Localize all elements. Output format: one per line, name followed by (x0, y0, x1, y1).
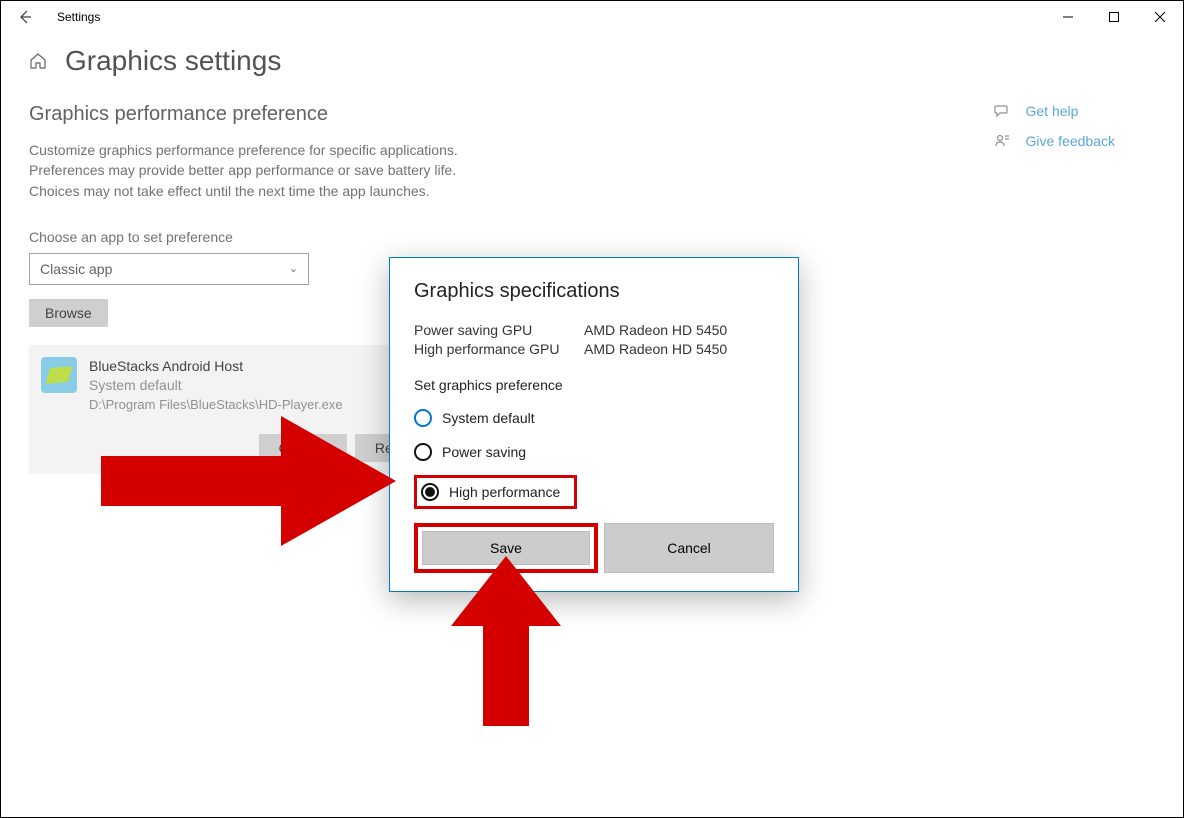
browse-button[interactable]: Browse (29, 299, 108, 327)
maximize-button[interactable] (1091, 1, 1137, 33)
feedback-link[interactable]: Give feedback (994, 133, 1116, 149)
radio-power-saving[interactable]: Power saving (414, 441, 774, 463)
window-controls (1045, 1, 1183, 33)
annotation-highlight-save: Save (414, 523, 598, 573)
radio-label: High performance (449, 484, 560, 500)
gpu-row-high-perf: High performance GPU AMD Radeon HD 5450 (414, 340, 774, 359)
annotation-highlight-high-perf: High performance (414, 475, 577, 509)
graphics-spec-dialog: Graphics specifications Power saving GPU… (389, 257, 799, 592)
app-type-select[interactable]: Classic app ⌄ (29, 253, 309, 285)
radio-label: Power saving (442, 444, 526, 460)
cancel-button[interactable]: Cancel (604, 523, 774, 573)
radio-icon (421, 483, 439, 501)
gpu-row-power-saving: Power saving GPU AMD Radeon HD 5450 (414, 321, 774, 340)
radio-high-performance[interactable]: High performance (419, 481, 570, 503)
page-header: Graphics settings (29, 45, 1155, 77)
gpu-value: AMD Radeon HD 5450 (584, 340, 727, 359)
chat-icon (994, 103, 1010, 119)
feedback-icon (994, 133, 1010, 149)
save-button[interactable]: Save (422, 531, 590, 565)
titlebar: Settings (1, 1, 1183, 33)
minimize-button[interactable] (1045, 1, 1091, 33)
set-pref-label: Set graphics preference (414, 377, 774, 393)
gpu-value: AMD Radeon HD 5450 (584, 321, 727, 340)
radio-system-default[interactable]: System default (414, 407, 774, 429)
back-button[interactable] (17, 9, 33, 25)
page-title: Graphics settings (65, 45, 281, 77)
get-help-label: Get help (1026, 103, 1079, 119)
gpu-label: High performance GPU (414, 340, 584, 359)
home-icon[interactable] (29, 52, 47, 70)
options-button[interactable]: Options (259, 434, 347, 462)
app-icon (41, 357, 77, 393)
gpu-label: Power saving GPU (414, 321, 584, 340)
feedback-label: Give feedback (1026, 133, 1116, 149)
close-button[interactable] (1137, 1, 1183, 33)
section-description: Customize graphics performance preferenc… (29, 140, 489, 201)
radio-icon (414, 443, 432, 461)
choose-app-label: Choose an app to set preference (29, 229, 509, 245)
dialog-title: Graphics specifications (414, 280, 774, 303)
get-help-link[interactable]: Get help (994, 103, 1116, 119)
window-title: Settings (57, 10, 100, 24)
select-value: Classic app (40, 261, 112, 277)
radio-icon (414, 409, 432, 427)
chevron-down-icon: ⌄ (289, 262, 298, 275)
radio-label: System default (442, 410, 535, 426)
section-heading: Graphics performance preference (29, 103, 509, 126)
